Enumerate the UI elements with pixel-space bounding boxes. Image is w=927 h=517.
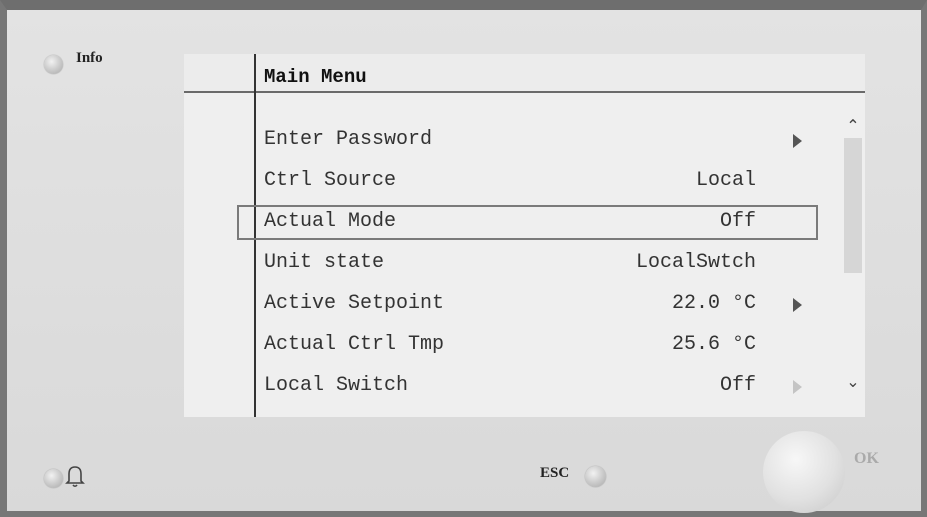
menu-item-value: Local: [695, 169, 756, 192]
screen-title: Main Menu: [264, 66, 367, 88]
menu-item-actual-ctrl-tmp[interactable]: Actual Ctrl Tmp 25.6 °C: [264, 329, 764, 361]
scrollbar-thumb[interactable]: [844, 138, 862, 273]
esc-label: ESC: [540, 465, 570, 481]
menu-item-value: 25.6 °C: [671, 333, 756, 356]
chevron-down-icon[interactable]: ⌄: [844, 372, 862, 391]
menu-item-value: Off: [719, 374, 756, 397]
menu-item-value: LocalSwtch: [635, 251, 756, 274]
selection-highlight: [237, 205, 818, 240]
info-button[interactable]: [44, 55, 63, 74]
submenu-arrow-icon: [793, 298, 802, 312]
submenu-arrow-hollow-icon: [793, 380, 802, 394]
menu-item-label: Enter Password: [264, 128, 433, 151]
alarm-button[interactable]: [44, 469, 63, 488]
info-label: Info: [76, 50, 103, 66]
menu-item-label: Ctrl Source: [264, 169, 397, 192]
ok-knob[interactable]: [763, 431, 845, 513]
menu-item-label: Active Setpoint: [264, 292, 445, 315]
menu-item-label: Unit state: [264, 251, 385, 274]
ok-label: OK: [854, 450, 879, 467]
bell-icon: [65, 466, 85, 488]
menu-item-label: Local Switch: [264, 374, 409, 397]
menu-item-unit-state[interactable]: Unit state LocalSwtch: [264, 247, 764, 279]
chevron-up-icon[interactable]: ⌃: [844, 116, 862, 135]
menu-item-active-setpoint[interactable]: Active Setpoint 22.0 °C: [264, 288, 764, 320]
controller-panel: Info Main Menu Enter Password Ctrl Sourc…: [0, 0, 927, 517]
esc-button[interactable]: [585, 466, 606, 487]
menu-item-label: Actual Ctrl Tmp: [264, 333, 445, 356]
menu-item-enter-password[interactable]: Enter Password: [264, 124, 764, 156]
display-screen: Main Menu Enter Password Ctrl Source Loc…: [184, 54, 865, 417]
menu-item-value: 22.0 °C: [671, 292, 756, 315]
submenu-arrow-icon: [793, 134, 802, 148]
menu-item-local-switch[interactable]: Local Switch Off: [264, 370, 764, 402]
menu-item-ctrl-source[interactable]: Ctrl Source Local: [264, 165, 764, 197]
